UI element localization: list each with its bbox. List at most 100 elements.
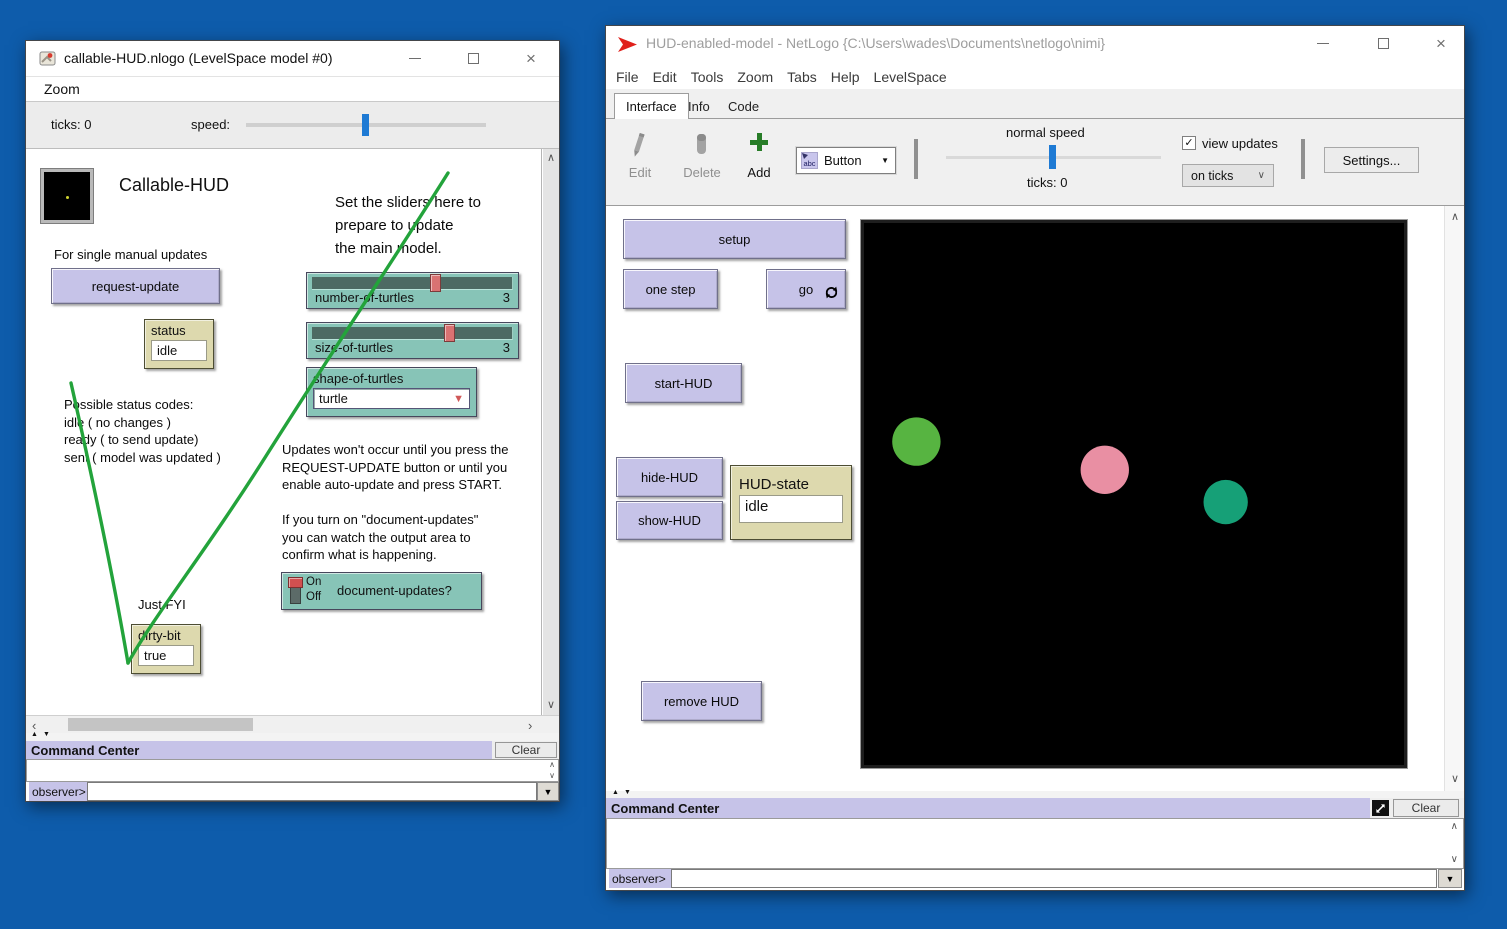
maximize-icon[interactable] xyxy=(456,41,490,75)
right-cc-clear-button[interactable]: Clear xyxy=(1393,799,1459,817)
remove-hud-button[interactable]: remove HUD xyxy=(641,681,762,721)
menu-tabs[interactable]: Tabs xyxy=(787,69,817,85)
switch-knob[interactable] xyxy=(288,577,303,588)
size-of-turtles-track[interactable] xyxy=(312,327,513,340)
update-mode-dropdown[interactable]: on ticks ∨ xyxy=(1182,164,1274,187)
model-file-icon xyxy=(39,50,56,72)
menu-levelspace[interactable]: LevelSpace xyxy=(874,69,947,85)
scroll-up-icon[interactable]: ∧ xyxy=(547,153,555,164)
number-of-turtles-track[interactable] xyxy=(312,277,513,290)
scroll-up-icon[interactable]: ∧ xyxy=(1451,212,1459,223)
splitter-up-icon[interactable]: ▲ xyxy=(31,731,38,738)
hud-state-monitor-value: idle xyxy=(739,495,843,523)
scroll-down-icon[interactable]: ∨ xyxy=(1451,774,1459,785)
add-tool-button[interactable]: Add xyxy=(742,165,776,180)
tab-interface[interactable]: Interface xyxy=(614,93,689,120)
shape-of-turtles-chooser[interactable]: shape-of-turtles turtle ▼ xyxy=(306,367,477,417)
output-scroll-up-icon[interactable]: ∧ xyxy=(549,761,555,769)
start-hud-button[interactable]: start-HUD xyxy=(625,363,742,403)
world-view[interactable] xyxy=(861,220,1407,768)
menu-help[interactable]: Help xyxy=(831,69,860,85)
tab-row: Interface Info Code xyxy=(606,89,1464,119)
toolbar-separator xyxy=(1301,139,1305,179)
menu-zoom[interactable]: Zoom xyxy=(44,81,80,97)
model-title-text: Callable-HUD xyxy=(119,175,229,196)
levelspace-model-window: callable-HUD.nlogo (LevelSpace model #0)… xyxy=(25,40,560,802)
edit-tool-button[interactable]: Edit xyxy=(622,165,658,180)
scroll-right-icon[interactable]: › xyxy=(528,719,532,732)
left-history-dropdown[interactable]: ▼ xyxy=(537,782,559,801)
right-titlebar[interactable]: HUD-enabled-model - NetLogo {C:\Users\wa… xyxy=(606,26,1464,62)
view-updates-checkbox[interactable]: ✓ xyxy=(1182,136,1196,150)
right-history-dropdown[interactable]: ▼ xyxy=(1438,869,1462,888)
splitter-down-icon[interactable]: ▼ xyxy=(624,789,631,796)
updates-note: Updates won't occur until you press the … xyxy=(282,441,509,494)
scroll-down-icon[interactable]: ∨ xyxy=(547,700,555,711)
left-speed-label: speed: xyxy=(191,117,230,132)
checkmark-icon: ✓ xyxy=(1184,138,1193,149)
setup-button[interactable]: setup xyxy=(623,219,846,259)
menu-file[interactable]: File xyxy=(616,69,639,85)
left-hscroll-thumb[interactable] xyxy=(68,718,253,731)
menu-zoom[interactable]: Zoom xyxy=(737,69,773,85)
chooser-arrow-icon: ▼ xyxy=(453,393,464,405)
delete-tool-button[interactable]: Delete xyxy=(674,165,730,180)
left-splitter[interactable]: ▲ ▼ xyxy=(26,733,559,741)
document-updates-switch[interactable]: On Off document-updates? xyxy=(281,572,482,610)
turtle xyxy=(1204,480,1248,524)
output-scroll-up-icon[interactable]: ∧ xyxy=(1451,822,1458,832)
left-cc-clear-button[interactable]: Clear xyxy=(495,742,557,758)
right-vscrollbar[interactable]: ∧ ∨ xyxy=(1444,206,1464,791)
widget-type-dropdown[interactable]: abc Button ▼ xyxy=(796,147,896,174)
update-mode-value: on ticks xyxy=(1191,169,1233,183)
right-command-input[interactable] xyxy=(671,869,1437,888)
left-command-input[interactable] xyxy=(87,782,537,801)
speed-slider-thumb[interactable] xyxy=(1049,145,1056,169)
right-window-title: HUD-enabled-model - NetLogo {C:\Users\wa… xyxy=(646,35,1105,51)
turtle xyxy=(1081,446,1129,494)
go-forever-button[interactable]: go xyxy=(766,269,846,309)
output-scroll-down-icon[interactable]: ∨ xyxy=(549,772,555,780)
maximize-icon[interactable] xyxy=(1366,26,1400,60)
left-speed-slider-thumb[interactable] xyxy=(362,114,369,136)
sliders-note: Set the sliders here to prepare to updat… xyxy=(335,191,481,260)
number-of-turtles-slider[interactable]: number-of-turtles 3 xyxy=(306,272,519,309)
left-hscrollbar[interactable]: ‹ › xyxy=(26,715,559,733)
close-icon[interactable]: × xyxy=(1424,26,1458,60)
dropdown-arrow-icon: ▼ xyxy=(881,156,889,165)
menu-edit[interactable]: Edit xyxy=(653,69,677,85)
left-titlebar[interactable]: callable-HUD.nlogo (LevelSpace model #0)… xyxy=(26,41,559,77)
splitter-down-icon[interactable]: ▼ xyxy=(43,731,50,738)
minimize-icon[interactable] xyxy=(398,41,432,75)
left-menubar: Zoom xyxy=(26,77,559,102)
status-codes-note: Possible status codes: idle ( no changes… xyxy=(64,396,221,466)
just-fyi-note: Just FYI xyxy=(138,596,186,614)
status-monitor-value: idle xyxy=(151,340,207,361)
size-of-turtles-slider[interactable]: size-of-turtles 3 xyxy=(306,322,519,359)
left-cc-input-row: observer> ▼ xyxy=(26,782,559,802)
settings-button[interactable]: Settings... xyxy=(1324,147,1419,173)
minimize-icon[interactable] xyxy=(1306,26,1340,60)
cc-expand-icon[interactable] xyxy=(1372,800,1389,816)
shape-of-turtles-select[interactable]: turtle ▼ xyxy=(313,388,470,409)
left-vscrollbar[interactable]: ∧ ∨ xyxy=(543,149,559,715)
request-update-button[interactable]: request-update xyxy=(51,268,220,304)
delete-eraser-icon xyxy=(692,131,712,164)
left-command-center-header: Command Center Clear xyxy=(26,741,559,759)
status-monitor: status idle xyxy=(144,319,214,369)
number-of-turtles-value: 3 xyxy=(503,290,510,305)
right-cc-output[interactable]: ∧ ∨ xyxy=(606,818,1464,869)
right-splitter[interactable]: ▲ ▼ xyxy=(606,791,1464,798)
output-scroll-down-icon[interactable]: ∨ xyxy=(1451,855,1458,865)
menu-tools[interactable]: Tools xyxy=(691,69,724,85)
show-hud-button[interactable]: show-HUD xyxy=(616,501,723,540)
tab-code[interactable]: Code xyxy=(728,99,759,114)
tab-info[interactable]: Info xyxy=(688,99,710,114)
view-updates-label: view updates xyxy=(1202,136,1278,151)
splitter-up-icon[interactable]: ▲ xyxy=(612,789,619,796)
close-icon[interactable]: × xyxy=(514,41,548,75)
left-cc-output[interactable]: ∧ ∨ xyxy=(26,759,559,782)
one-step-button[interactable]: one step xyxy=(623,269,718,309)
hide-hud-button[interactable]: hide-HUD xyxy=(616,457,723,497)
hud-state-monitor: HUD-state idle xyxy=(730,465,852,540)
